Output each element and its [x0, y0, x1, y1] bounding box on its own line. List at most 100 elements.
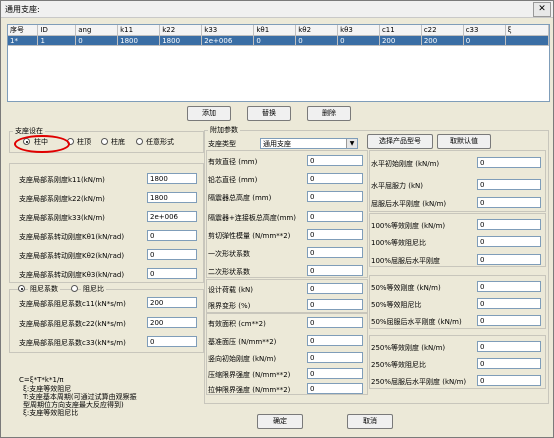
- right-label: 屈服后水平刚度 (kN/m): [371, 200, 447, 208]
- right-label: 50%等效阻尼比: [371, 301, 422, 309]
- close-button[interactable]: ✕: [533, 2, 551, 17]
- param-input[interactable]: 0: [307, 191, 363, 202]
- table-cell: 0: [463, 35, 506, 46]
- stiffness-input[interactable]: 1800: [147, 192, 197, 203]
- radio-damping-ratio[interactable]: [71, 285, 78, 292]
- support-type-value: 通用支座: [263, 140, 291, 148]
- param-label: 隔震器总高度 (mm): [208, 194, 272, 202]
- right-input[interactable]: 0: [477, 375, 541, 386]
- table-cell: [505, 35, 550, 46]
- right-input[interactable]: 0: [477, 358, 541, 369]
- radio-damping-coefficient[interactable]: [18, 285, 25, 292]
- column-header[interactable]: kθ1: [253, 25, 297, 36]
- right-input[interactable]: 0: [477, 298, 541, 309]
- support-table[interactable]: 序号 ID ang k11 k22 k33 kθ1 kθ2 kθ3 c11 c22 c33 ξ 1* 1 0…: [7, 24, 550, 102]
- support-table-grid: 序号 ID ang k11 k22 k33 kθ1 kθ2 kθ3 c11 c22 c33 ξ 1* 1 0…: [8, 25, 550, 46]
- radio-column-bottom[interactable]: [101, 138, 108, 145]
- right-label: 50%等效刚度 (kN/m): [371, 284, 441, 292]
- column-header[interactable]: c33: [463, 25, 506, 36]
- param-label: 剪切弹性模量 (N/mm**2): [208, 232, 291, 240]
- damping-input[interactable]: 200: [147, 317, 197, 328]
- column-header[interactable]: k33: [201, 25, 255, 36]
- right-label: 250%等效刚度 (kN/m): [371, 344, 446, 352]
- stiffness-label: 支座局部系刚度k11(kN/m): [19, 176, 105, 184]
- extra-params-title: 附加参数: [208, 125, 240, 135]
- param-label: 有效直径 (mm): [208, 158, 258, 166]
- param-input[interactable]: 0: [307, 211, 363, 222]
- right-label: 250%等效阻尼比: [371, 361, 427, 369]
- column-header[interactable]: kθ3: [337, 25, 380, 36]
- stiffness-label: 支座局部系刚度k33(kN/m): [19, 214, 105, 222]
- add-button[interactable]: 添加: [187, 106, 231, 121]
- right-input[interactable]: 0: [477, 179, 541, 190]
- table-cell: 1: [37, 35, 77, 46]
- right-label: 水平屈服力 (kN): [371, 182, 423, 190]
- column-header[interactable]: k22: [159, 25, 203, 36]
- right-input[interactable]: 0: [477, 281, 541, 292]
- table-cell: 200: [421, 35, 464, 46]
- right-input[interactable]: 0: [477, 219, 541, 230]
- param-input[interactable]: 0: [307, 368, 363, 379]
- table-row[interactable]: 1* 1 0 1800 1800 2e+006 0 0 0 200 200 0: [8, 35, 550, 46]
- delete-button[interactable]: 删除: [307, 106, 351, 121]
- param-label: 拉伸限界强度 (N/mm**2): [208, 386, 291, 394]
- stiffness-input[interactable]: 1800: [147, 173, 197, 184]
- cancel-button[interactable]: 取消: [347, 414, 393, 429]
- param-input[interactable]: 0: [307, 229, 363, 240]
- table-cell: 1800: [117, 35, 161, 46]
- param-input[interactable]: 0: [307, 247, 363, 258]
- stiffness-label: 支座局部系刚度k22(kN/m): [19, 195, 105, 203]
- column-header[interactable]: c22: [421, 25, 464, 36]
- column-header[interactable]: c11: [379, 25, 422, 36]
- select-product-button[interactable]: 选择产品型号: [367, 134, 433, 149]
- radio-label: 阻尼比: [81, 284, 106, 294]
- param-input[interactable]: 0: [307, 335, 363, 346]
- ok-button[interactable]: 确定: [257, 414, 303, 429]
- column-header[interactable]: ξ: [505, 25, 550, 36]
- default-values-button[interactable]: 取默认值: [437, 134, 491, 149]
- column-header[interactable]: 序号: [8, 25, 39, 36]
- damping-input[interactable]: 0: [147, 336, 197, 347]
- stiffness-input[interactable]: 2e+006: [147, 211, 197, 222]
- column-header[interactable]: ID: [37, 25, 77, 36]
- right-input[interactable]: 0: [477, 341, 541, 352]
- param-label: 一次形状系数: [208, 250, 250, 258]
- stiffness-input[interactable]: 0: [147, 268, 197, 279]
- stiffness-label: 支座局部系转动刚度Kθ1(kN/rad): [19, 233, 125, 241]
- damping-label: 支座局部系阻尼系数c33(kN*s/m): [19, 339, 126, 347]
- param-input[interactable]: 0: [307, 265, 363, 276]
- stiffness-input[interactable]: 0: [147, 249, 197, 260]
- right-input[interactable]: 0: [477, 197, 541, 208]
- param-input[interactable]: 0: [307, 352, 363, 363]
- radio-arbitrary[interactable]: [136, 138, 143, 145]
- note-line: C=ξ*T*k*1/π: [19, 376, 64, 384]
- param-input[interactable]: 0: [307, 173, 363, 184]
- damping-input[interactable]: 200: [147, 297, 197, 308]
- param-label: 压缩限界强度 (N/mm**2): [208, 371, 291, 379]
- right-input[interactable]: 0: [477, 315, 541, 326]
- column-header[interactable]: kθ2: [295, 25, 339, 36]
- param-input[interactable]: 0: [307, 283, 363, 294]
- param-input[interactable]: 0: [307, 155, 363, 166]
- right-input[interactable]: 0: [477, 236, 541, 247]
- right-label: 250%屈服后水平刚度 (kN/m): [371, 378, 467, 386]
- param-input[interactable]: 0: [307, 383, 363, 394]
- support-type-select[interactable]: 通用支座 ▼: [260, 138, 358, 149]
- table-cell: 1*: [8, 35, 39, 46]
- column-header[interactable]: k11: [117, 25, 161, 36]
- param-label: 基准面压 (N/mm**2): [208, 338, 277, 346]
- right-input[interactable]: 0: [477, 157, 541, 168]
- right-label: 100%等效刚度 (kN/m): [371, 222, 446, 230]
- right-input[interactable]: 0: [477, 254, 541, 265]
- radio-label: 柱底: [111, 138, 125, 146]
- stiffness-label: 支座局部系转动刚度Kθ3(kN/rad): [19, 271, 125, 279]
- table-cell: 0: [337, 35, 380, 46]
- param-input[interactable]: 0: [307, 317, 363, 328]
- stiffness-input[interactable]: 0: [147, 230, 197, 241]
- replace-button[interactable]: 替换: [247, 106, 291, 121]
- param-input[interactable]: 0: [307, 299, 363, 310]
- param-label: 设计荷载 (kN): [208, 286, 253, 294]
- right-label: 水平初始刚度 (kN/m): [371, 160, 440, 168]
- dialog-window: 通用支座: ✕ 序号 ID ang k11 k22 k33 kθ1 kθ2 kθ3 c11 c22 c…: [0, 0, 554, 438]
- column-header[interactable]: ang: [75, 25, 119, 36]
